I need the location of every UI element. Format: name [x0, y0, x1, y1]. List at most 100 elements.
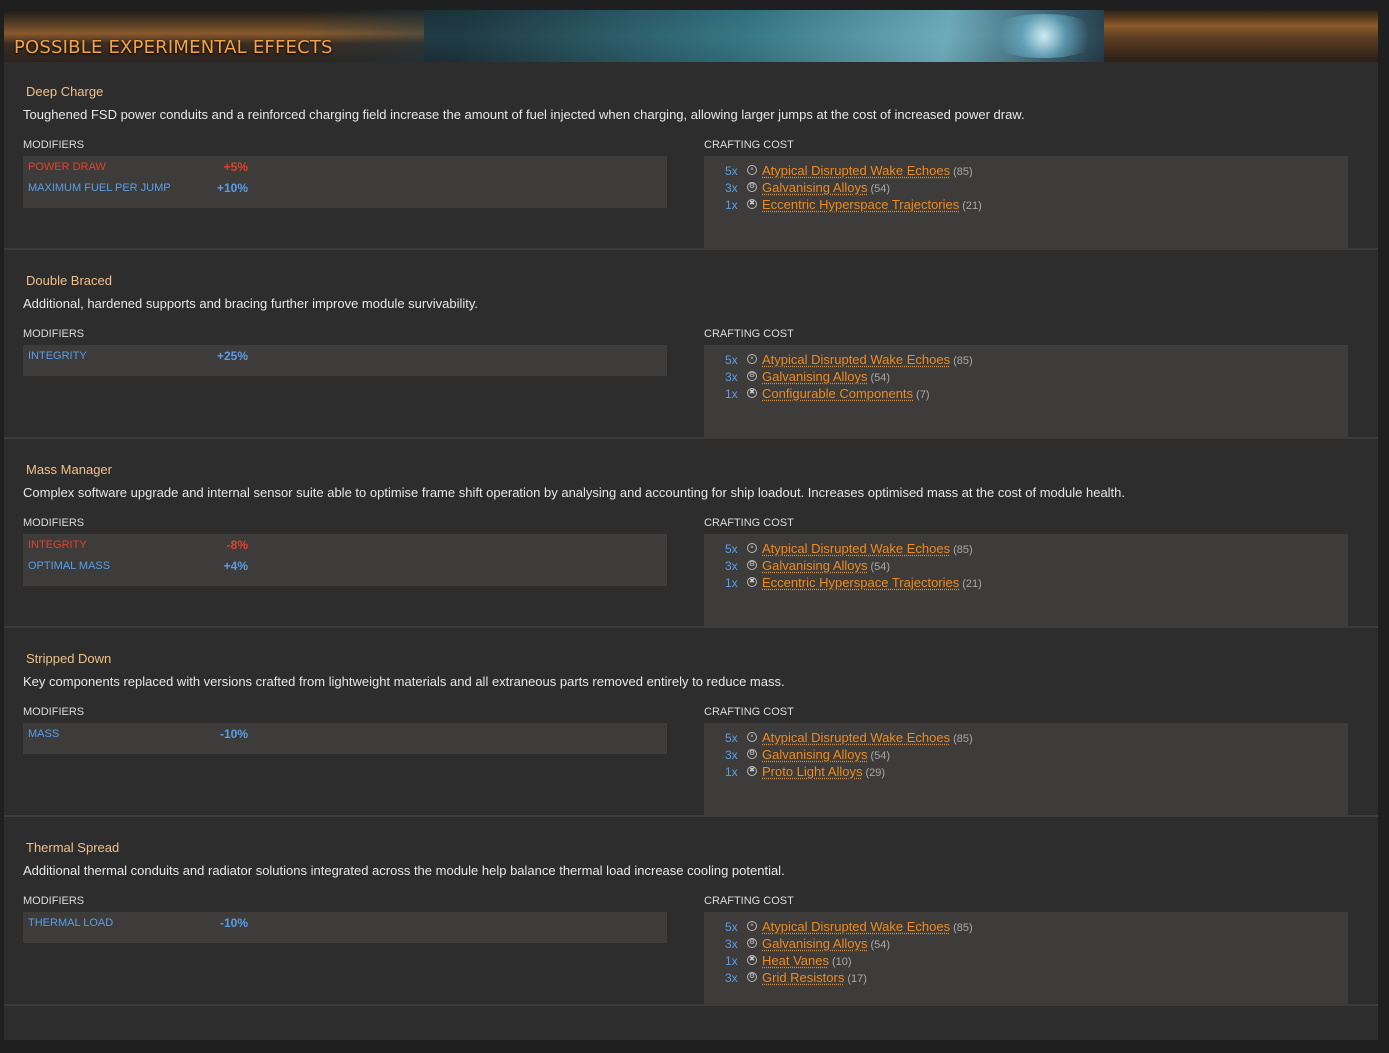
cost-row: 1x ✖ Heat Vanes (10)	[704, 950, 1348, 968]
effect-name: Thermal Spread	[26, 840, 120, 855]
atom-icon: ∘	[747, 354, 757, 364]
cost-quantity: 3x	[725, 748, 738, 762]
modifier-value: -10%	[219, 727, 248, 741]
effect-section: Deep Charge Toughened FSD power conduits …	[4, 62, 1378, 250]
effect-section: Thermal Spread Additional thermal conduit…	[4, 818, 1378, 1006]
material-count: (7)	[916, 389, 930, 401]
modifier-row: MASS -10%	[23, 723, 667, 744]
modifiers-heading: MODIFIERS	[23, 895, 85, 907]
material-link[interactable]: Grid Resistors (17)	[762, 970, 867, 985]
cost-row: 5x ∘ Atypical Disrupted Wake Echoes (85)	[704, 160, 1348, 178]
material-name[interactable]: Atypical Disrupted Wake Echoes	[762, 919, 950, 934]
cost-row: 3x ⚙ Galvanising Alloys (54)	[704, 933, 1348, 951]
material-link[interactable]: Galvanising Alloys (54)	[762, 180, 890, 195]
material-link[interactable]: Atypical Disrupted Wake Echoes (85)	[762, 730, 973, 745]
material-link[interactable]: Atypical Disrupted Wake Echoes (85)	[762, 919, 973, 934]
material-name[interactable]: Eccentric Hyperspace Trajectories	[762, 197, 959, 212]
cross-icon: ✖	[747, 577, 757, 587]
material-link[interactable]: Atypical Disrupted Wake Echoes (85)	[762, 163, 973, 178]
cost-row: 3x ⚙ Grid Resistors (17)	[704, 967, 1348, 985]
atom-icon: ∘	[747, 921, 757, 931]
material-name[interactable]: Atypical Disrupted Wake Echoes	[762, 163, 950, 178]
material-link[interactable]: Atypical Disrupted Wake Echoes (85)	[762, 541, 973, 556]
modifier-label: MAXIMUM FUEL PER JUMP	[28, 182, 171, 194]
modifiers-table: MASS -10%	[23, 723, 667, 754]
crafting-cost-heading: CRAFTING COST	[704, 895, 794, 907]
modifiers-heading: MODIFIERS	[23, 139, 85, 151]
gear-icon: ⚙	[747, 972, 757, 982]
cost-quantity: 5x	[725, 542, 738, 556]
crafting-cost-list: 5x ∘ Atypical Disrupted Wake Echoes (85) 3x ⚙…	[704, 534, 1348, 626]
material-name[interactable]: Atypical Disrupted Wake Echoes	[762, 352, 950, 367]
material-name[interactable]: Grid Resistors	[762, 970, 844, 985]
modifier-row: THERMAL LOAD -10%	[23, 912, 667, 933]
modifier-row: INTEGRITY -8%	[23, 534, 667, 555]
effect-section: Stripped Down Key components replaced wit…	[4, 629, 1378, 817]
cost-quantity: 1x	[725, 387, 738, 401]
cost-row: 3x ⚙ Galvanising Alloys (54)	[704, 366, 1348, 384]
material-link[interactable]: Proto Light Alloys (29)	[762, 764, 885, 779]
cost-row: 1x ✖ Eccentric Hyperspace Trajectories (21)	[704, 572, 1348, 590]
banner-art-right	[1104, 10, 1378, 62]
material-name[interactable]: Proto Light Alloys	[762, 764, 862, 779]
effect-name: Deep Charge	[26, 84, 104, 99]
cost-quantity: 5x	[725, 353, 738, 367]
material-link[interactable]: Galvanising Alloys (54)	[762, 558, 890, 573]
cost-row: 1x ✖ Configurable Components (7)	[704, 383, 1348, 401]
cross-icon: ✖	[747, 955, 757, 965]
material-name[interactable]: Galvanising Alloys	[762, 747, 868, 762]
modifier-value: -10%	[219, 916, 248, 930]
modifiers-table: POWER DRAW +5% MAXIMUM FUEL PER JUMP +10%	[23, 156, 667, 208]
modifiers-heading: MODIFIERS	[23, 517, 85, 529]
page-title: POSSIBLE EXPERIMENTAL EFFECTS	[14, 37, 333, 58]
material-name[interactable]: Galvanising Alloys	[762, 180, 868, 195]
material-count: (21)	[962, 578, 982, 590]
modifiers-table: INTEGRITY -8% OPTIMAL MASS +4%	[23, 534, 667, 586]
cost-row: 3x ⚙ Galvanising Alloys (54)	[704, 744, 1348, 762]
experimental-effects-panel: POSSIBLE EXPERIMENTAL EFFECTS Deep Charg…	[4, 10, 1378, 1040]
material-link[interactable]: Galvanising Alloys (54)	[762, 369, 890, 384]
modifier-label: THERMAL LOAD	[28, 917, 114, 929]
modifiers-table: INTEGRITY +25%	[23, 345, 667, 376]
cost-row: 5x ∘ Atypical Disrupted Wake Echoes (85)	[704, 349, 1348, 367]
material-link[interactable]: Galvanising Alloys (54)	[762, 747, 890, 762]
material-name[interactable]: Configurable Components	[762, 386, 913, 401]
cost-quantity: 5x	[725, 920, 738, 934]
material-name[interactable]: Eccentric Hyperspace Trajectories	[762, 575, 959, 590]
material-name[interactable]: Heat Vanes	[762, 953, 829, 968]
atom-icon: ∘	[747, 543, 757, 553]
material-link[interactable]: Eccentric Hyperspace Trajectories (21)	[762, 197, 982, 212]
material-link[interactable]: Atypical Disrupted Wake Echoes (85)	[762, 352, 973, 367]
gear-icon: ⚙	[747, 560, 757, 570]
material-name[interactable]: Atypical Disrupted Wake Echoes	[762, 730, 950, 745]
material-link[interactable]: Eccentric Hyperspace Trajectories (21)	[762, 575, 982, 590]
modifier-value: +5%	[223, 160, 248, 174]
material-name[interactable]: Galvanising Alloys	[762, 558, 868, 573]
atom-icon: ∘	[747, 732, 757, 742]
crafting-cost-heading: CRAFTING COST	[704, 517, 794, 529]
material-name[interactable]: Atypical Disrupted Wake Echoes	[762, 541, 950, 556]
gear-icon: ⚙	[747, 749, 757, 759]
modifier-label: POWER DRAW	[28, 161, 106, 173]
modifiers-table: THERMAL LOAD -10%	[23, 912, 667, 943]
cost-quantity: 1x	[725, 576, 738, 590]
cost-quantity: 1x	[725, 765, 738, 779]
gear-icon: ⚙	[747, 182, 757, 192]
cost-row: 5x ∘ Atypical Disrupted Wake Echoes (85)	[704, 538, 1348, 556]
cost-quantity: 1x	[725, 198, 738, 212]
effect-description: Additional thermal conduits and radiator…	[23, 863, 785, 878]
material-link[interactable]: Heat Vanes (10)	[762, 953, 852, 968]
crafting-cost-heading: CRAFTING COST	[704, 706, 794, 718]
modifier-label: INTEGRITY	[28, 539, 87, 551]
material-name[interactable]: Galvanising Alloys	[762, 369, 868, 384]
modifier-label: MASS	[28, 728, 60, 740]
material-link[interactable]: Galvanising Alloys (54)	[762, 936, 890, 951]
banner-glow	[984, 14, 1104, 58]
cross-icon: ✖	[747, 766, 757, 776]
material-name[interactable]: Galvanising Alloys	[762, 936, 868, 951]
cost-quantity: 5x	[725, 164, 738, 178]
atom-icon: ∘	[747, 165, 757, 175]
crafting-cost-list: 5x ∘ Atypical Disrupted Wake Echoes (85) 3x ⚙…	[704, 345, 1348, 437]
material-link[interactable]: Configurable Components (7)	[762, 386, 930, 401]
cost-quantity: 3x	[725, 559, 738, 573]
